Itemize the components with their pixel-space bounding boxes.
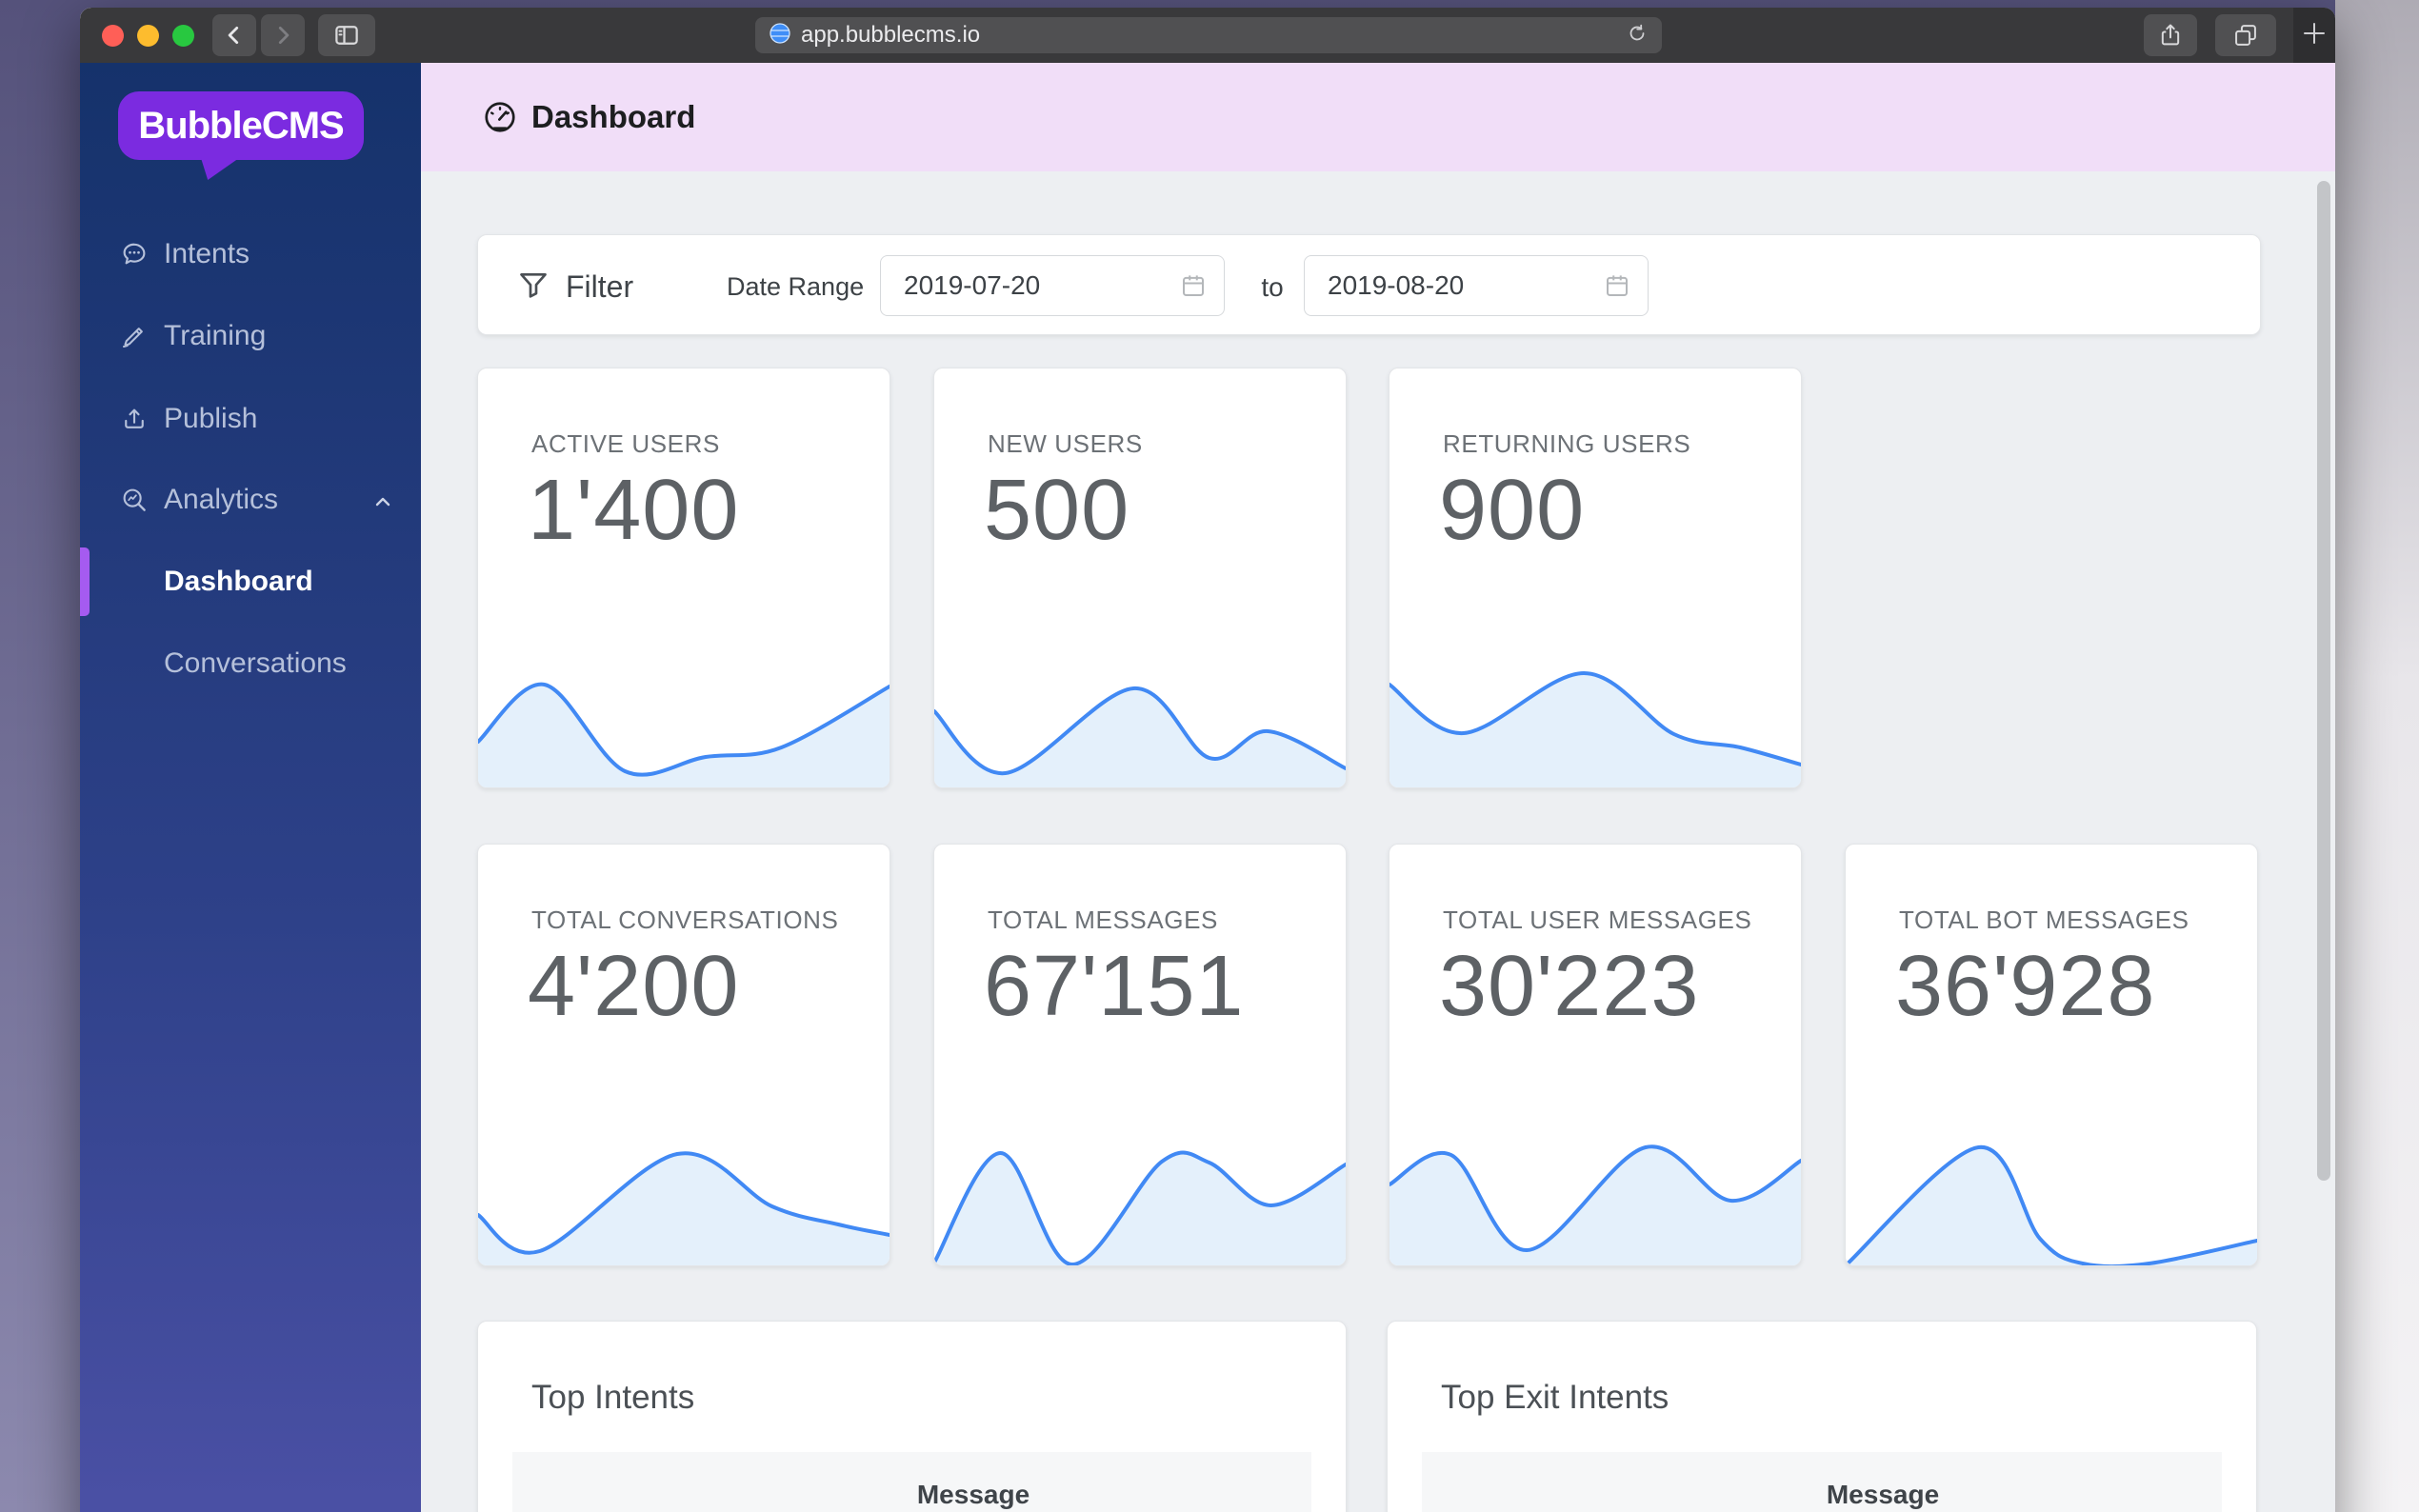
- vertical-scrollbar-thumb[interactable]: [2317, 181, 2330, 1181]
- new-tab-button[interactable]: [2293, 8, 2335, 63]
- forward-button[interactable]: [261, 14, 305, 56]
- desktop-wallpaper-left: [0, 0, 80, 1512]
- sparkline-chart: [1389, 1144, 1801, 1265]
- stat-value: 36'928: [1895, 939, 2156, 1034]
- sidebar-item-dashboard[interactable]: Dashboard: [80, 561, 421, 603]
- chevron-right-icon: [270, 23, 295, 48]
- stat-label: RETURNING USERS: [1443, 429, 1691, 458]
- stat-value: 30'223: [1439, 939, 1700, 1034]
- sparkline-chart: [478, 1151, 890, 1265]
- back-button[interactable]: [212, 14, 256, 56]
- app-sidebar: BubbleCMS Intents Training Publish Analy…: [80, 63, 421, 1512]
- sparkline-chart: [1846, 1144, 2257, 1265]
- top-intents-panel: Top Intents Name Message Users Conversat…: [477, 1321, 1347, 1512]
- stat-label: TOTAL MESSAGES: [988, 905, 1218, 934]
- date-range-to-label: to: [1261, 272, 1284, 302]
- calendar-icon: [1179, 271, 1208, 300]
- url-text: app.bubblecms.io: [801, 22, 981, 48]
- active-item-indicator: [80, 547, 90, 616]
- table-header-row: Name Message Users Conversations: [1422, 1452, 2227, 1512]
- stat-card-total-conversations: TOTAL CONVERSATIONS 4'200: [477, 844, 890, 1266]
- stat-value: 67'151: [984, 939, 1245, 1034]
- date-range-label: Date Range: [727, 272, 865, 301]
- sidebar-panel-icon: [332, 21, 361, 50]
- chevron-left-icon: [222, 23, 247, 48]
- stat-label: TOTAL BOT MESSAGES: [1899, 905, 2189, 934]
- gauge-icon: [482, 99, 518, 135]
- panel-title: Top Exit Intents: [1441, 1379, 1669, 1416]
- reload-icon[interactable]: [1626, 22, 1649, 50]
- sidebar-item-intents[interactable]: Intents: [80, 233, 421, 275]
- chevron-up-icon[interactable]: [371, 488, 394, 511]
- sparkline-chart: [478, 682, 890, 787]
- sparkline-chart: [934, 1150, 1346, 1265]
- stat-card-returning-users: RETURNING USERS 900: [1389, 368, 1802, 788]
- sidebar-item-label: Analytics: [164, 484, 279, 515]
- tabs-icon: [2232, 22, 2259, 49]
- logo-bubble-tail: [201, 158, 239, 180]
- stat-label: ACTIVE USERS: [531, 429, 720, 458]
- calendar-icon: [1603, 271, 1631, 300]
- sidebar-item-publish[interactable]: Publish: [80, 398, 421, 440]
- plus-icon: [2300, 19, 2329, 52]
- minimize-window-button[interactable]: [137, 25, 159, 47]
- top-exit-intents-panel: Top Exit Intents Name Message Users Conv…: [1387, 1321, 2257, 1512]
- date-from-input[interactable]: [880, 255, 1225, 316]
- date-to-input[interactable]: [1304, 255, 1649, 316]
- filter-bar: Filter Date Range to: [477, 234, 2261, 335]
- sidebar-toggle-button[interactable]: [318, 14, 375, 56]
- sparkline-chart: [1389, 670, 1801, 787]
- desktop-wallpaper-right: [2335, 0, 2419, 1512]
- desktop: app.bubblecms.io BubbleCMS Intents Train…: [0, 0, 2419, 1512]
- zoom-window-button[interactable]: [172, 25, 194, 47]
- page-header: Dashboard: [421, 63, 2335, 171]
- sidebar-item-label: Dashboard: [164, 566, 313, 597]
- sidebar-item-label: Intents: [164, 238, 250, 269]
- stat-value: 500: [984, 463, 1130, 558]
- stat-label: TOTAL CONVERSATIONS: [531, 905, 839, 934]
- stat-value: 1'400: [528, 463, 740, 558]
- url-field[interactable]: app.bubblecms.io: [755, 17, 1662, 53]
- column-header-message: Message: [916, 1480, 1030, 1509]
- highlighter-icon: [120, 322, 149, 350]
- share-button[interactable]: [2144, 14, 2197, 56]
- tab-overview-button[interactable]: [2215, 14, 2276, 56]
- panel-title: Top Intents: [531, 1379, 695, 1416]
- app-logo: BubbleCMS: [118, 91, 364, 160]
- close-window-button[interactable]: [102, 25, 124, 47]
- table-header-row: Name Message Users Conversations: [512, 1452, 1317, 1512]
- sidebar-item-conversations[interactable]: Conversations: [80, 643, 421, 685]
- filter-title: Filter: [566, 269, 634, 304]
- magnifier-chart-icon: [120, 486, 149, 514]
- globe-site-icon: [769, 22, 791, 50]
- share-icon: [2157, 22, 2184, 49]
- stat-card-new-users: NEW USERS 500: [933, 368, 1347, 788]
- stat-card-total-messages: TOTAL MESSAGES 67'151: [933, 844, 1347, 1266]
- stat-label: TOTAL USER MESSAGES: [1443, 905, 1752, 934]
- sidebar-item-training[interactable]: Training: [80, 315, 421, 357]
- sidebar-item-analytics[interactable]: Analytics: [80, 479, 421, 521]
- stat-value: 900: [1439, 463, 1586, 558]
- stat-card-active-users: ACTIVE USERS 1'400: [477, 368, 890, 788]
- stat-card-total-user-messages: TOTAL USER MESSAGES 30'223: [1389, 844, 1802, 1266]
- page-title: Dashboard: [531, 99, 696, 134]
- sparkline-chart: [934, 686, 1346, 787]
- sidebar-item-label: Training: [164, 320, 267, 351]
- column-header-message: Message: [1826, 1480, 1940, 1509]
- upload-icon: [120, 405, 149, 433]
- stat-card-total-bot-messages: TOTAL BOT MESSAGES 36'928: [1845, 844, 2258, 1266]
- chat-bubble-icon: [120, 240, 149, 269]
- sidebar-item-label: Publish: [164, 403, 258, 434]
- browser-titlebar: app.bubblecms.io: [80, 8, 2335, 63]
- sidebar-item-label: Conversations: [164, 647, 347, 679]
- stat-value: 4'200: [528, 939, 740, 1034]
- browser-window: app.bubblecms.io BubbleCMS Intents Train…: [80, 8, 2335, 1512]
- filter-funnel-icon: [514, 267, 552, 305]
- stat-label: NEW USERS: [988, 429, 1143, 458]
